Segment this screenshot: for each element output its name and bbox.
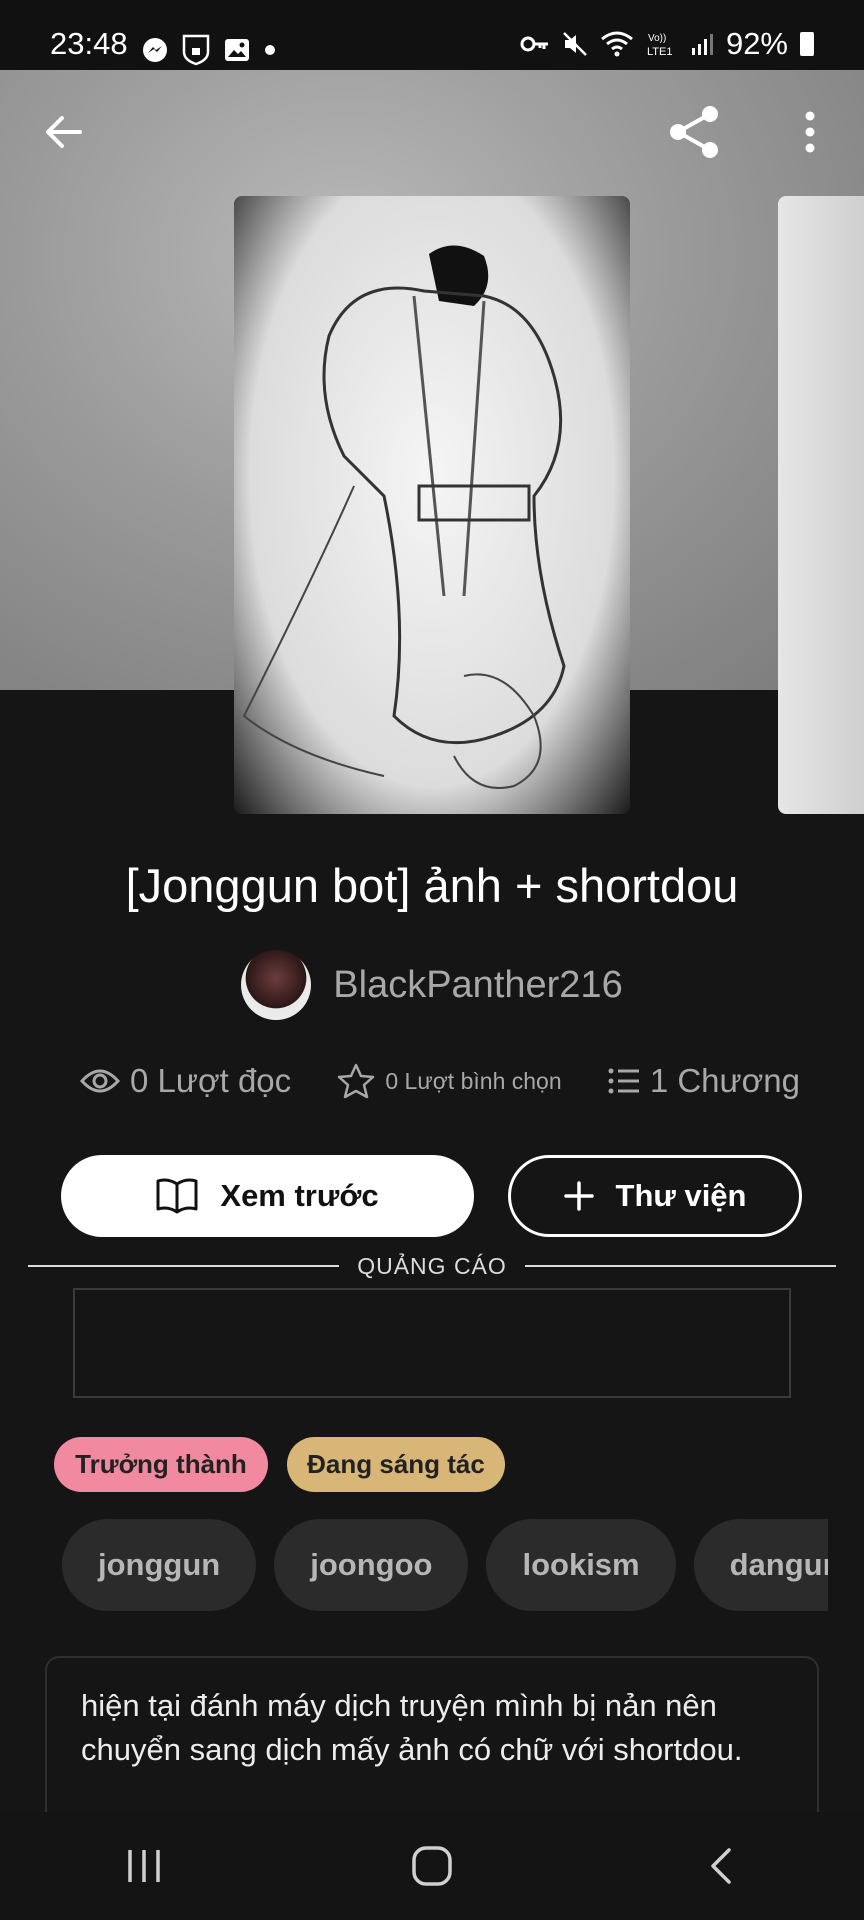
svg-text:LTE1: LTE1 xyxy=(647,46,672,58)
lte-icon: Vo)) LTE1 xyxy=(647,33,672,58)
preview-label: Xem trước xyxy=(220,1178,379,1213)
battery-icon xyxy=(800,32,814,56)
votes-stat: 0 Lượt bình chọn xyxy=(337,1063,562,1099)
preview-button[interactable]: Xem trước xyxy=(61,1155,474,1237)
mature-badge: Trưởng thành xyxy=(54,1437,268,1492)
system-back-button[interactable] xyxy=(680,1826,760,1906)
more-vertical-icon xyxy=(805,111,815,153)
reads-count: 0 Lượt đọc xyxy=(130,1062,292,1099)
mute-icon xyxy=(563,32,587,56)
divider xyxy=(28,1265,340,1267)
star-icon xyxy=(338,1063,375,1099)
chevron-left-icon xyxy=(711,1848,731,1884)
library-label: Thư viện xyxy=(615,1178,747,1213)
author-name[interactable]: BlackPanther216 xyxy=(333,964,622,1007)
wifi-icon xyxy=(601,31,633,57)
story-title: [Jonggun bot] ảnh + shortdou xyxy=(125,859,739,912)
eye-icon xyxy=(80,1069,120,1093)
avatar[interactable] xyxy=(241,950,312,1020)
story-cover-image[interactable] xyxy=(234,196,630,814)
dot-icon xyxy=(265,45,275,55)
status-left-icons xyxy=(142,34,276,66)
divider xyxy=(524,1265,837,1267)
home-icon xyxy=(412,1846,452,1886)
signal-icon xyxy=(691,34,713,55)
key-icon xyxy=(520,36,548,52)
cover-illustration xyxy=(242,245,566,789)
more-menu-button[interactable] xyxy=(786,104,834,160)
chapters-stat: 1 Chương xyxy=(608,1062,800,1100)
status-bar: 23:48 Vo)) LTE1 92% xyxy=(0,0,864,70)
author-row[interactable]: BlackPanther216 xyxy=(0,950,864,1020)
gallery-icon xyxy=(225,39,249,61)
home-button[interactable] xyxy=(392,1826,472,1906)
story-stats: 0 Lượt đọc 0 Lượt bình chọn 1 Chương xyxy=(80,1062,800,1100)
ad-label-row: QUẢNG CÁO xyxy=(28,1252,837,1280)
chapters-count: 1 Chương xyxy=(649,1062,800,1099)
plus-icon xyxy=(563,1181,594,1211)
next-cover-preview[interactable] xyxy=(778,196,864,814)
status-right: Vo)) LTE1 92% xyxy=(520,26,814,62)
tag-chip[interactable]: dangun xyxy=(693,1519,828,1611)
list-icon xyxy=(608,1068,639,1094)
messenger-icon xyxy=(143,38,167,62)
ad-slot[interactable] xyxy=(73,1288,791,1398)
status-time: 23:48 xyxy=(50,26,128,61)
recent-apps-button[interactable] xyxy=(104,1826,184,1906)
story-description[interactable]: hiện tại đánh máy dịch truyện mình bị nả… xyxy=(45,1656,819,1826)
tag-chip[interactable]: jonggun xyxy=(62,1519,257,1611)
share-icon xyxy=(670,106,718,158)
system-nav-bar xyxy=(0,1812,864,1920)
ongoing-badge: Đang sáng tác xyxy=(287,1437,505,1492)
vpn-icon xyxy=(182,34,210,66)
ad-label: QUẢNG CÁO xyxy=(357,1252,507,1279)
svg-text:Vo)): Vo)) xyxy=(648,33,666,44)
share-button[interactable] xyxy=(662,100,726,164)
recent-apps-icon xyxy=(128,1850,160,1882)
description-text: hiện tại đánh máy dịch truyện mình bị nả… xyxy=(81,1688,743,1767)
back-button[interactable] xyxy=(36,104,92,160)
tag-chip[interactable]: lookism xyxy=(486,1519,676,1611)
reads-stat: 0 Lượt đọc xyxy=(80,1062,291,1100)
book-open-icon xyxy=(156,1178,198,1214)
back-arrow-icon xyxy=(46,116,82,148)
battery-percent: 92% xyxy=(725,26,788,61)
add-to-library-button[interactable]: Thư viện xyxy=(508,1155,802,1237)
tag-list: jonggun joongoo lookism dangun xyxy=(62,1519,828,1611)
votes-count: 0 Lượt bình chọn xyxy=(385,1067,562,1094)
tag-chip[interactable]: joongoo xyxy=(274,1519,469,1611)
